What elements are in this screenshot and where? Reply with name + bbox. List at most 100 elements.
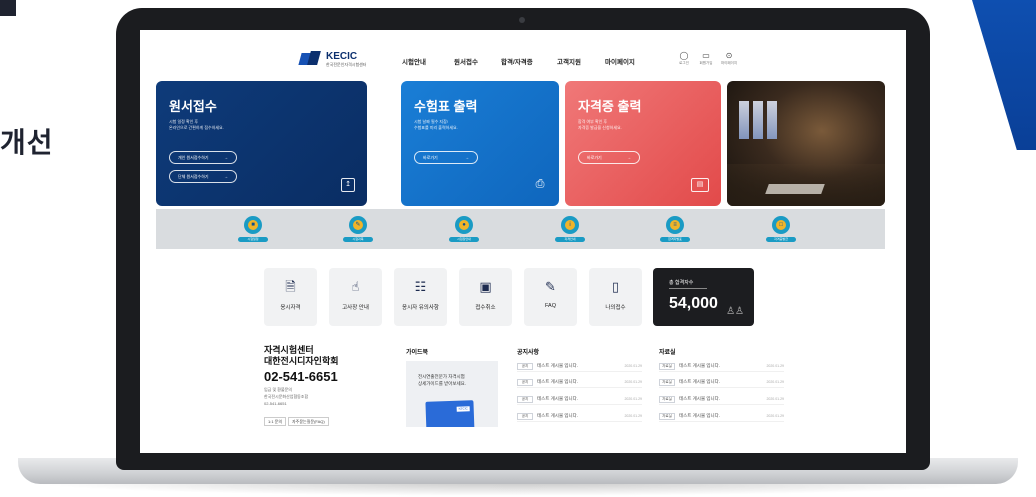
center-name-line-1: 자격시험센터	[264, 345, 314, 355]
notice-row[interactable]: 공지 테스트 게시물 입니다. 2020.01.29	[517, 377, 642, 388]
id-card-icon: ☷	[414, 279, 427, 294]
resources-title: 자료실	[659, 350, 676, 356]
resource-tag: 자료실	[659, 412, 675, 420]
util-mypage-label: 마이페이지	[720, 61, 738, 65]
resource-row[interactable]: 자료실 테스트 게시물 입니다. 2020.01.29	[659, 411, 784, 422]
cert-card: 자격증 출력 합격 여부 확인 후 자격증 발급을 신청하세요. 바로가기 → …	[565, 81, 721, 206]
tile-notes-label: 응시자 유의사항	[402, 305, 439, 311]
util-mypage[interactable]: ⊙ 마이페이지	[718, 52, 740, 66]
guidebook-box[interactable]: 전시연출전문가 자격시험 상세가이드를 받아보세요. KECIC	[406, 361, 498, 427]
band-item-subjects[interactable]: ✎	[349, 216, 367, 234]
resource-row[interactable]: 자료실 테스트 게시물 입니다. 2020.01.29	[659, 394, 784, 405]
resource-tag: 자료실	[659, 378, 675, 386]
badge-icon: ▣	[479, 279, 492, 294]
util-signup[interactable]: ▭ 회원가입	[695, 52, 717, 66]
tile-eligibility[interactable]: 🗎 응시자격	[264, 268, 317, 326]
quick-icon-band: ■ 시험일정 ✎ 시험과목 ● 시험장안내 i 자격안내 ≡ 합격자발표 □ 자…	[156, 209, 885, 249]
pencil-icon: ✎	[545, 279, 556, 294]
tile-cancel-label: 접수취소	[475, 305, 496, 311]
notice-date: 2020.01.29	[624, 414, 642, 418]
tile-eligibility-label: 응시자격	[280, 305, 301, 311]
notice-tag: 공지	[517, 395, 533, 403]
group-apply-button[interactable]: 단체 원서접수하기 →	[169, 170, 237, 183]
notice-tag: 공지	[517, 412, 533, 420]
notice-row[interactable]: 공지 테스트 게시물 입니다. 2020.01.29	[517, 411, 642, 422]
location-icon: ●	[459, 220, 469, 230]
notice-row[interactable]: 공지 테스트 게시물 입니다. 2020.01.29	[517, 361, 642, 372]
band-label-issue: 자격증발급	[766, 237, 796, 242]
tile-my-apply[interactable]: ▯ 나의접수	[589, 268, 642, 326]
monitor-icon: ▭	[702, 51, 710, 60]
logo-name: KECIC	[326, 50, 358, 62]
band-item-venue[interactable]: ●	[455, 216, 473, 234]
resource-tag: 자료실	[659, 395, 675, 403]
resource-date: 2020.01.29	[766, 380, 784, 384]
resource-date: 2020.01.29	[766, 364, 784, 368]
individual-apply-button[interactable]: 개인 원서접수하기 →	[169, 151, 237, 164]
resource-row[interactable]: 자료실 테스트 게시물 입니다. 2020.01.29	[659, 377, 784, 388]
band-item-cert-info[interactable]: i	[561, 216, 579, 234]
resource-date: 2020.01.29	[766, 397, 784, 401]
ticket-card-title: 수험표 출력	[414, 99, 478, 114]
notice-title: 테스트 게시물 입니다.	[537, 413, 579, 418]
printer-icon: ⎙	[535, 178, 545, 190]
group-apply-label: 단체 원서접수하기	[178, 173, 209, 179]
guidebook-cover: KECIC	[425, 400, 475, 427]
list-icon: ≡	[670, 220, 680, 230]
guidebook-title: 가이드북	[406, 350, 429, 356]
tile-venue-label: 고사장 안내	[342, 305, 369, 311]
notice-row[interactable]: 공지 테스트 게시물 입니다. 2020.01.29	[517, 394, 642, 405]
notice-title: 테스트 게시물 입니다.	[537, 379, 579, 384]
tile-cancel[interactable]: ▣ 접수취소	[459, 268, 512, 326]
ticket-go-label: 바로가기	[423, 154, 438, 160]
band-item-issue[interactable]: □	[772, 216, 790, 234]
one-to-one-inquiry-button[interactable]: 1:1 문의	[264, 417, 287, 426]
cert-go-button[interactable]: 바로가기 →	[578, 151, 640, 164]
laptop-screen: KECIC 한국전문인자격시험센터 시험안내 원서접수 합격/자격증 고객지원 …	[140, 30, 906, 453]
notices-title: 공지사항	[517, 350, 540, 356]
ticket-card-desc: 시험 날짜 필수 지참! 수험표를 미리 출력하세요.	[414, 119, 504, 132]
arrow-right-icon: →	[627, 155, 631, 160]
nav-item-mypage[interactable]: 마이페이지	[605, 56, 635, 66]
top-nav: KECIC 한국전문인자격시험센터 시험안내 원서접수 합격/자격증 고객지원 …	[140, 30, 906, 88]
apply-card-title: 원서접수	[169, 99, 217, 114]
band-item-results[interactable]: ≡	[666, 216, 684, 234]
band-label-results: 합격자발표	[660, 237, 690, 242]
tile-my-apply-label: 나의접수	[605, 305, 626, 311]
laptop-icon: ▯	[611, 279, 620, 294]
notice-title: 테스트 게시물 입니다.	[537, 396, 579, 401]
band-label-subjects: 시험과목	[343, 237, 373, 242]
nav-item-support[interactable]: 고객지원	[557, 56, 581, 66]
center-meta-line-3: 02-541-6651	[264, 400, 287, 406]
faq-button[interactable]: 자주묻는질문(FAQ)	[288, 417, 329, 426]
individual-apply-label: 개인 원서접수하기	[178, 154, 209, 160]
center-meta-line-2: 한국전시문화산업협동조합	[264, 393, 309, 399]
tile-venue[interactable]: ☝ 고사장 안내	[329, 268, 382, 326]
tile-faq-label: FAQ	[544, 303, 556, 309]
certificate-icon: ▤	[691, 178, 709, 192]
ticket-card-desc-line-2: 수험표를 미리 출력하세요.	[414, 125, 458, 131]
util-signup-label: 회원가입	[699, 61, 713, 65]
card-icon: □	[776, 220, 786, 230]
logo-mark-icon	[300, 51, 322, 67]
center-meta: 입금 및 환불문의 한국전시문화산업협동조합 02-541-6651	[264, 387, 308, 407]
notice-date: 2020.01.29	[624, 397, 642, 401]
tile-faq[interactable]: ✎ FAQ	[524, 268, 577, 326]
cert-card-desc-line-2: 자격증 발급을 신청하세요.	[578, 125, 622, 131]
cert-card-desc: 합격 여부 확인 후 자격증 발급을 신청하세요.	[578, 119, 668, 132]
resource-row[interactable]: 자료실 테스트 게시물 입니다. 2020.01.29	[659, 361, 784, 372]
apply-card: 원서접수 시험 일정 확인 후 온라인으로 간편하게 접수하세요. 개인 원서접…	[156, 81, 367, 206]
resource-title: 테스트 게시물 입니다.	[679, 413, 721, 418]
ticket-go-button[interactable]: 바로가기 →	[414, 151, 478, 164]
nav-item-apply[interactable]: 원서접수	[454, 56, 478, 66]
band-item-schedule[interactable]: ■	[244, 216, 262, 234]
document-icon: 🗎	[285, 279, 296, 294]
band-label-venue: 시험장안내	[449, 237, 479, 242]
nav-item-pass-cert[interactable]: 합격/자격증	[501, 56, 533, 66]
tile-notes[interactable]: ☷ 응시자 유의사항	[394, 268, 447, 326]
resource-title: 테스트 게시물 입니다.	[679, 379, 721, 384]
nav-item-exam-info[interactable]: 시험안내	[402, 56, 426, 66]
total-passers-value: 54,000	[669, 295, 718, 312]
util-login[interactable]: ◯ 로그인	[673, 52, 695, 66]
site-logo[interactable]: KECIC 한국전문인자격시험센터	[300, 51, 366, 67]
